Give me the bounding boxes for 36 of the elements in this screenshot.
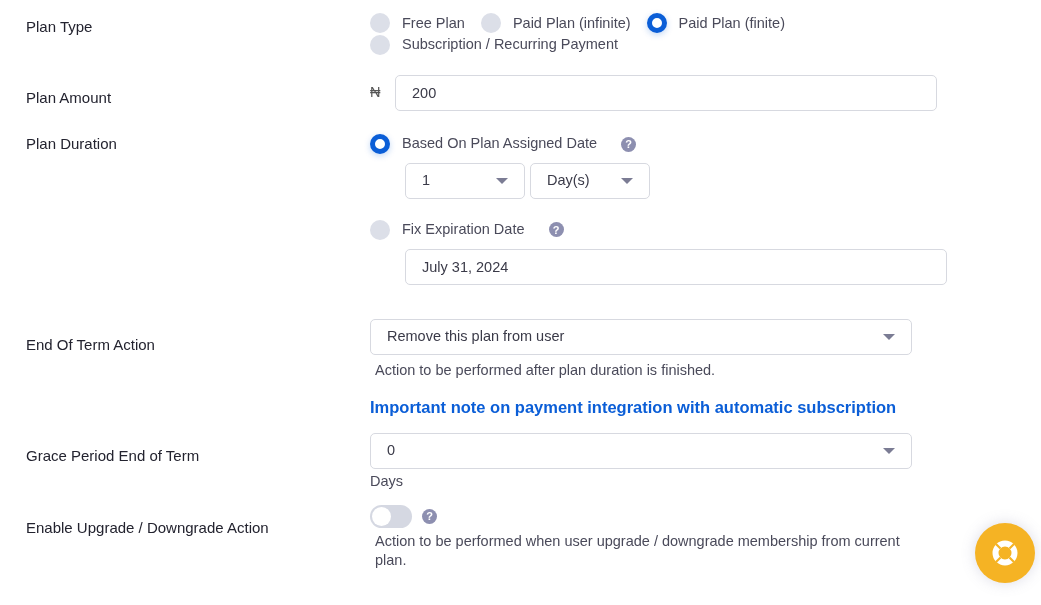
- count-dropdown[interactable]: 1: [405, 163, 525, 200]
- lifebuoy-icon: [991, 539, 1019, 567]
- radio-label: Based On Plan Assigned Date: [402, 134, 598, 154]
- grace-dropdown[interactable]: 0: [370, 433, 912, 470]
- field-label: Plan Duration: [26, 134, 118, 155]
- field-label: Plan Type: [26, 17, 94, 37]
- help-text: Action to be performed after plan duration is finished.: [375, 360, 717, 380]
- radio-button[interactable]: [370, 34, 390, 55]
- radio-label: Free Plan: [402, 13, 465, 33]
- field-label: Enable Upgrade / Downgrade Action: [26, 518, 270, 539]
- date-field[interactable]: July 31, 2024: [405, 248, 947, 285]
- field-label: Plan Amount: [26, 88, 113, 109]
- radio-label: Paid Plan (infinite): [512, 13, 631, 33]
- currency-symbol: ₦: [370, 83, 382, 103]
- radio-label: Paid Plan (finite): [678, 13, 785, 33]
- radio-label: Fix Expiration Date: [402, 220, 525, 240]
- amount-field[interactable]: 200: [395, 75, 937, 112]
- radio-button[interactable]: [646, 13, 667, 34]
- radio-button[interactable]: [370, 219, 390, 240]
- radio-button[interactable]: [370, 13, 390, 34]
- field-label: End Of Term Action: [26, 334, 156, 355]
- radio-button[interactable]: [480, 13, 501, 34]
- action-dropdown[interactable]: Remove this plan from user: [370, 318, 912, 355]
- note-link[interactable]: Important note on payment integration with automatic subscription: [370, 397, 897, 416]
- radio-button[interactable]: [370, 134, 390, 155]
- help-button[interactable]: [975, 523, 1035, 583]
- caret-icon: [496, 178, 508, 185]
- help-text: Action to be performed when user upgrade / downgrade membership from current plan.: [375, 532, 901, 571]
- caret-icon: [883, 448, 895, 455]
- field-label: Grace Period End of Term: [26, 446, 201, 467]
- caret-icon: [883, 333, 895, 340]
- radio-label: Subscription / Recurring Payment: [402, 35, 618, 55]
- unit-text: Days: [370, 472, 405, 492]
- toggle-switch[interactable]: [370, 505, 412, 529]
- caret-icon: [621, 178, 633, 185]
- unit-dropdown[interactable]: Day(s): [530, 163, 650, 200]
